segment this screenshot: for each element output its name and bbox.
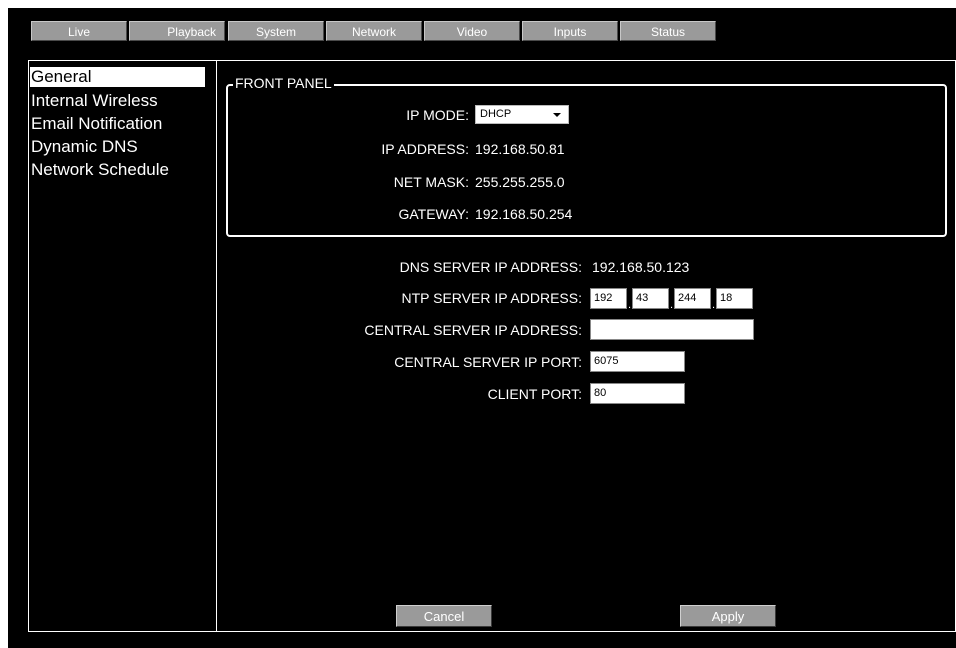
chevron-down-icon	[553, 113, 561, 117]
ip-mode-label: IP MODE:	[406, 107, 469, 123]
front-panel-group	[226, 84, 947, 237]
ntp-octet-2[interactable]: 43	[632, 288, 669, 309]
ip-mode-value: DHCP	[480, 108, 512, 120]
net-mask-value: 255.255.255.0	[475, 174, 565, 190]
net-mask-label: NET MASK:	[393, 174, 469, 190]
gateway-label: GATEWAY:	[398, 206, 469, 222]
central-server-port-input[interactable]: 6075	[590, 351, 685, 372]
cancel-button[interactable]: Cancel	[396, 605, 492, 627]
tab-status[interactable]: Status	[620, 21, 716, 41]
sidebar-item-email-notification[interactable]: Email Notification	[31, 114, 162, 134]
tab-playback[interactable]: Playback	[129, 21, 225, 41]
tab-system[interactable]: System	[228, 21, 324, 41]
dns-server-label: DNS SERVER IP ADDRESS:	[399, 259, 582, 275]
ntp-octet-1[interactable]: 192	[590, 288, 627, 309]
ntp-octet-3[interactable]: 244	[674, 288, 711, 309]
tab-live[interactable]: Live	[31, 21, 127, 41]
central-server-ip-label: CENTRAL SERVER IP ADDRESS:	[364, 322, 582, 338]
tab-video[interactable]: Video	[424, 21, 520, 41]
sidebar-item-dynamic-dns[interactable]: Dynamic DNS	[31, 137, 138, 157]
sidebar-item-network-schedule[interactable]: Network Schedule	[31, 160, 169, 180]
apply-button[interactable]: Apply	[680, 605, 776, 627]
ip-mode-select[interactable]: DHCP	[475, 105, 569, 124]
central-server-port-label: CENTRAL SERVER IP PORT:	[394, 354, 582, 370]
ntp-dot-2: .	[670, 299, 674, 311]
ntp-server-label: NTP SERVER IP ADDRESS:	[401, 290, 582, 306]
sidebar-item-internal-wireless[interactable]: Internal Wireless	[31, 91, 158, 111]
client-port-input[interactable]: 80	[590, 383, 685, 404]
dns-server-value: 192.168.50.123	[592, 259, 690, 275]
front-panel-legend: FRONT PANEL	[233, 74, 334, 92]
tab-inputs[interactable]: Inputs	[522, 21, 618, 41]
ip-address-label: IP ADDRESS:	[381, 141, 469, 157]
ntp-octet-4[interactable]: 18	[716, 288, 753, 309]
gateway-value: 192.168.50.254	[475, 206, 573, 222]
ntp-dot-3: .	[712, 299, 716, 311]
ip-address-value: 192.168.50.81	[475, 141, 565, 157]
central-server-ip-input[interactable]	[590, 319, 754, 340]
tab-network[interactable]: Network	[326, 21, 422, 41]
sidebar-divider	[216, 60, 217, 632]
ntp-dot-1: .	[628, 299, 632, 311]
sidebar-item-general[interactable]: General	[30, 67, 205, 87]
client-port-label: CLIENT PORT:	[487, 386, 582, 402]
